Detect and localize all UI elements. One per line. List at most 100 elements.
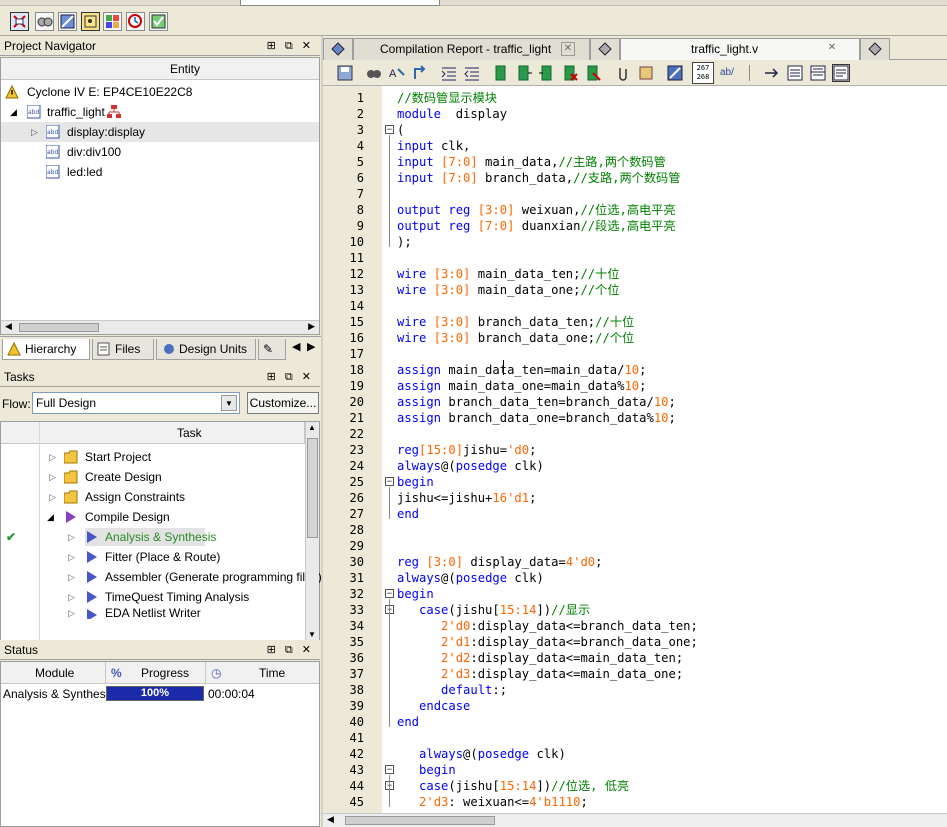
- code-line[interactable]: input clk,: [397, 138, 470, 154]
- timing-analyzer-icon[interactable]: [126, 12, 145, 31]
- code-line[interactable]: wire [3:0] branch_data_ten;//十位: [397, 314, 634, 330]
- scroll-thumb[interactable]: [345, 816, 495, 825]
- task-analysis-synthesis[interactable]: ✔ ▷ Analysis & Synthesis: [1, 527, 305, 547]
- tree-item-display[interactable]: ▷ abd display:display: [1, 122, 319, 142]
- code-line[interactable]: case(jishu[15:14])//位选, 低亮: [397, 778, 629, 794]
- code-line[interactable]: assign branch_data_one=branch_data%10;: [397, 410, 676, 426]
- code-line[interactable]: assign main_data_ten=main_data/10;: [397, 362, 647, 378]
- code-line[interactable]: always@(posedge clk): [397, 570, 544, 586]
- tree-item-div[interactable]: abd div:div100: [1, 142, 319, 162]
- code-line[interactable]: //数码管显示模块: [397, 90, 497, 106]
- spell-check-icon[interactable]: ab/: [720, 67, 734, 78]
- panel-controls[interactable]: ⊞ ⧉ ✕: [267, 640, 314, 660]
- close-icon[interactable]: ✕: [561, 42, 575, 56]
- task-fitter[interactable]: ▷ Fitter (Place & Route): [1, 547, 305, 567]
- indent-icon[interactable]: [441, 65, 457, 81]
- code-line[interactable]: case(jishu[15:14])//显示: [397, 602, 590, 618]
- insert-template-icon[interactable]: [667, 65, 683, 81]
- fold-toggle-icon[interactable]: −: [385, 765, 394, 774]
- code-line[interactable]: end: [397, 506, 419, 522]
- status-row[interactable]: Analysis & Synthesis 100% 00:00:04: [1, 684, 319, 704]
- code-line[interactable]: input [7:0] main_data,//主路,两个数码管: [397, 154, 666, 170]
- scroll-thumb[interactable]: [307, 438, 318, 538]
- tab-prev[interactable]: [323, 38, 353, 60]
- scroll-right-icon[interactable]: ▶: [308, 321, 315, 332]
- view-normal-icon[interactable]: [787, 65, 803, 81]
- fold-toggle-icon[interactable]: −: [385, 589, 394, 598]
- task-start-project[interactable]: ▷ Start Project: [1, 447, 305, 467]
- pin-planner-icon[interactable]: [81, 12, 100, 31]
- code-line[interactable]: output reg [7:0] duanxian//段选,高电平亮: [397, 218, 676, 234]
- bookmark-icon[interactable]: [493, 65, 509, 81]
- code-line[interactable]: wire [3:0] main_data_one;//个位: [397, 282, 620, 298]
- module-column-header[interactable]: Module: [35, 662, 74, 684]
- code-line[interactable]: output reg [3:0] weixuan,//位选,高电平亮: [397, 202, 676, 218]
- code-line[interactable]: 2'd2:display_data<=main_data_ten;: [397, 650, 683, 666]
- code-line[interactable]: input [7:0] branch_data,//支路,两个数码管: [397, 170, 680, 186]
- technology-map-icon[interactable]: [35, 12, 54, 31]
- line-numbers-toggle[interactable]: 267 268: [692, 62, 714, 84]
- scroll-up-icon[interactable]: ▲: [308, 423, 316, 432]
- flow-select[interactable]: Full Design ▼: [32, 392, 240, 414]
- tab-files[interactable]: Files: [92, 339, 154, 360]
- code-line[interactable]: wire [3:0] main_data_ten;//十位: [397, 266, 620, 282]
- attach-icon[interactable]: [615, 65, 631, 81]
- panel-controls[interactable]: ⊞ ⧉ ✕: [267, 367, 314, 387]
- scroll-thumb[interactable]: [19, 323, 99, 332]
- find-icon[interactable]: [366, 65, 382, 81]
- code-line[interactable]: 2'd1:display_data<=branch_data_one;: [397, 634, 698, 650]
- code-line[interactable]: );: [397, 234, 412, 250]
- code-line[interactable]: 2'd0:display_data<=branch_data_ten;: [397, 618, 698, 634]
- code-line[interactable]: always@(posedge clk): [397, 458, 544, 474]
- task-compile-design[interactable]: ◢ Compile Design: [1, 507, 305, 527]
- template-icon[interactable]: [638, 65, 654, 81]
- task-column-header[interactable]: Task: [1, 422, 305, 444]
- device-row[interactable]: Cyclone IV E: EP4CE10E22C8: [1, 82, 319, 102]
- task-assembler[interactable]: ▷ Assembler (Generate programming files): [1, 567, 322, 587]
- design-assistant-icon[interactable]: [103, 12, 122, 31]
- panel-controls[interactable]: ⊞ ⧉ ✕: [267, 36, 314, 56]
- horizontal-scrollbar[interactable]: ◀ ▶: [1, 320, 319, 334]
- code-line[interactable]: wire [3:0] branch_data_one;//个位: [397, 330, 634, 346]
- tab-next[interactable]: [860, 38, 890, 60]
- code-line[interactable]: default:;: [397, 682, 507, 698]
- scroll-down-icon[interactable]: ▼: [308, 630, 316, 639]
- code-line[interactable]: assign branch_data_ten=branch_data/10;: [397, 394, 676, 410]
- chevron-down-icon[interactable]: ▼: [221, 395, 237, 411]
- arrow-right-icon[interactable]: [764, 65, 780, 81]
- save-icon[interactable]: [337, 65, 353, 81]
- bookmark-prev-icon[interactable]: [539, 65, 555, 81]
- code-line[interactable]: begin: [397, 586, 434, 602]
- scroll-left-icon[interactable]: ◀: [327, 814, 334, 825]
- bookmark-next-icon[interactable]: [516, 65, 532, 81]
- view-split-icon[interactable]: [810, 65, 826, 81]
- code-line[interactable]: end: [397, 714, 419, 730]
- code-line[interactable]: jishu<=jishu+16'd1;: [397, 490, 536, 506]
- task-create-design[interactable]: ▷ Create Design: [1, 467, 305, 487]
- chip-planner-icon[interactable]: [58, 12, 77, 31]
- code-line[interactable]: always@(posedge clk): [397, 746, 566, 762]
- task-assign-constraints[interactable]: ▷ Assign Constraints: [1, 487, 305, 507]
- close-icon[interactable]: ✕: [825, 42, 839, 56]
- code-line[interactable]: reg [3:0] display_data=4'd0;: [397, 554, 602, 570]
- scroll-left-icon[interactable]: ◀: [5, 321, 12, 332]
- tab-extra[interactable]: [590, 38, 620, 60]
- code-line[interactable]: reg[15:0]jishu='d0;: [397, 442, 536, 458]
- vertical-scrollbar[interactable]: ▲ ▼: [305, 422, 319, 640]
- unindent-icon[interactable]: [464, 65, 480, 81]
- tab-compilation-report[interactable]: Compilation Report - traffic_light ✕: [353, 38, 590, 60]
- code-line[interactable]: module display: [397, 106, 507, 122]
- code-line[interactable]: assign main_data_one=main_data%10;: [397, 378, 647, 394]
- tab-design-units[interactable]: Design Units: [156, 339, 256, 360]
- customize-button[interactable]: Customize...: [247, 392, 319, 414]
- tab-ip[interactable]: ✎: [258, 339, 286, 360]
- code-line[interactable]: begin: [397, 474, 434, 490]
- task-eda-netlist[interactable]: ▷ EDA Netlist Writer: [1, 607, 305, 619]
- bookmark-remove-icon[interactable]: [585, 65, 601, 81]
- view-wrap-icon[interactable]: [832, 64, 850, 82]
- code-line[interactable]: endcase: [397, 698, 470, 714]
- fold-margin[interactable]: −−−−−−: [382, 86, 396, 814]
- tab-scroll-right-icon[interactable]: ▶: [307, 340, 315, 353]
- programmer-icon[interactable]: [149, 12, 168, 31]
- editor-horizontal-scrollbar[interactable]: ◀: [323, 813, 947, 827]
